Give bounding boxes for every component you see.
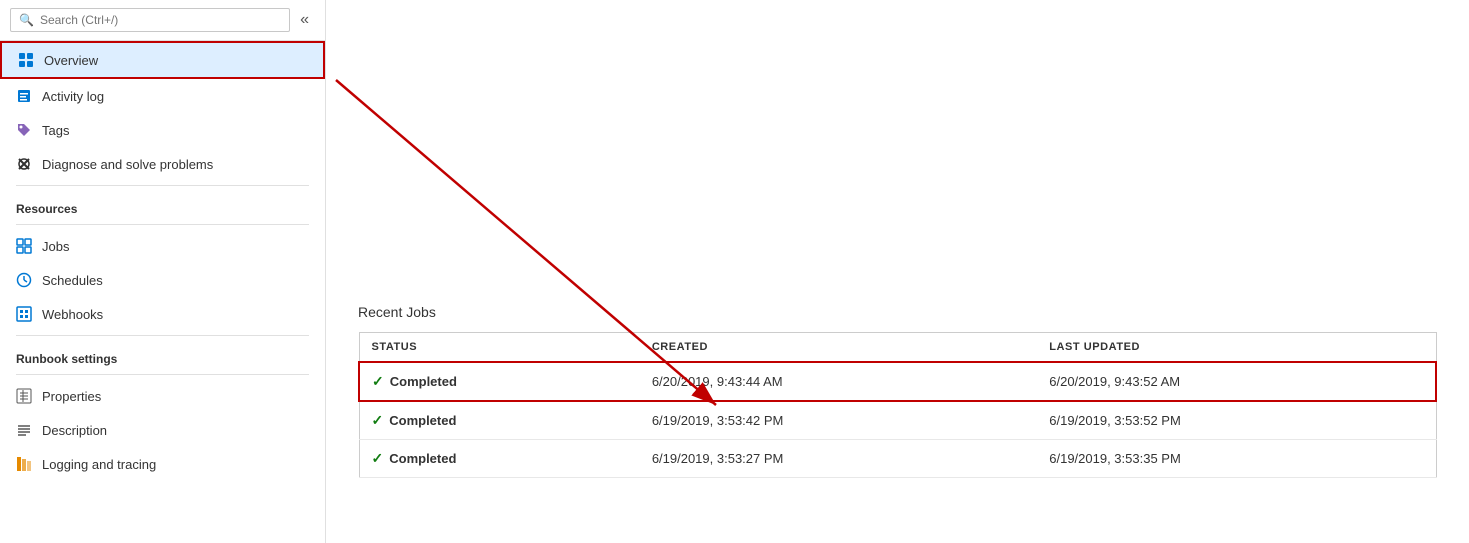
sidebar-item-label-logging: Logging and tracing — [42, 457, 156, 472]
status-cell: ✓ Completed — [359, 362, 640, 401]
sidebar-item-activity-log[interactable]: Activity log — [0, 79, 325, 113]
sidebar-item-schedules[interactable]: Schedules — [0, 263, 325, 297]
check-icon: ✓ — [372, 373, 384, 390]
diagnose-icon — [16, 156, 32, 172]
sidebar-item-label-webhooks: Webhooks — [42, 307, 103, 322]
col-status: STATUS — [359, 333, 640, 363]
updated-cell: 6/19/2019, 3:53:52 PM — [1037, 401, 1436, 440]
table-row[interactable]: ✓ Completed 6/20/2019, 9:43:44 AM 6/20/2… — [359, 362, 1436, 401]
sidebar-item-tags[interactable]: Tags — [0, 113, 325, 147]
jobs-table: STATUS CREATED LAST UPDATED ✓ Completed … — [358, 332, 1437, 478]
recent-jobs-title: Recent Jobs — [358, 304, 1437, 320]
check-icon: ✓ — [372, 412, 384, 429]
status-cell: ✓ Completed — [359, 401, 640, 440]
jobs-icon — [16, 238, 32, 254]
sidebar-item-label-activity-log: Activity log — [42, 89, 104, 104]
divider-runbook — [16, 374, 309, 375]
sidebar-item-label-schedules: Schedules — [42, 273, 103, 288]
main-content: Recent Jobs STATUS CREATED LAST UPDATED … — [326, 0, 1469, 543]
properties-icon — [16, 388, 32, 404]
collapse-sidebar-button[interactable]: « — [294, 9, 315, 31]
description-icon — [16, 422, 32, 438]
table-row[interactable]: ✓ Completed 6/19/2019, 3:53:42 PM 6/19/2… — [359, 401, 1436, 440]
divider-resources — [16, 224, 309, 225]
sidebar: 🔍 « Overview Activity log — [0, 0, 326, 543]
logging-icon — [16, 456, 32, 472]
status-label: Completed — [389, 451, 456, 466]
check-icon: ✓ — [372, 450, 384, 467]
sidebar-item-label-properties: Properties — [42, 389, 101, 404]
divider-2 — [16, 335, 309, 336]
webhooks-icon — [16, 306, 32, 322]
sidebar-item-label-jobs: Jobs — [42, 239, 69, 254]
search-bar[interactable]: 🔍 — [10, 8, 290, 32]
activity-log-icon — [16, 88, 32, 104]
status-label: Completed — [390, 374, 457, 389]
sidebar-item-label-overview: Overview — [44, 53, 98, 68]
created-cell: 6/19/2019, 3:53:42 PM — [640, 401, 1037, 440]
sidebar-item-label-tags: Tags — [42, 123, 69, 138]
divider-1 — [16, 185, 309, 186]
tags-icon — [16, 122, 32, 138]
col-last-updated: LAST UPDATED — [1037, 333, 1436, 363]
col-created: CREATED — [640, 333, 1037, 363]
table-row[interactable]: ✓ Completed 6/19/2019, 3:53:27 PM 6/19/2… — [359, 440, 1436, 478]
overview-icon — [18, 52, 34, 68]
sidebar-item-logging[interactable]: Logging and tracing — [0, 447, 325, 481]
created-cell: 6/19/2019, 3:53:27 PM — [640, 440, 1037, 478]
sidebar-item-diagnose[interactable]: Diagnose and solve problems — [0, 147, 325, 181]
table-header-row: STATUS CREATED LAST UPDATED — [359, 333, 1436, 363]
sidebar-item-overview[interactable]: Overview — [0, 41, 325, 79]
section-runbook-settings: Runbook settings — [0, 340, 325, 370]
sidebar-item-label-description: Description — [42, 423, 107, 438]
search-input[interactable] — [40, 13, 281, 27]
section-resources: Resources — [0, 190, 325, 220]
schedules-icon — [16, 272, 32, 288]
sidebar-item-webhooks[interactable]: Webhooks — [0, 297, 325, 331]
search-icon: 🔍 — [19, 13, 34, 27]
recent-jobs-section: Recent Jobs STATUS CREATED LAST UPDATED … — [326, 280, 1469, 502]
status-cell: ✓ Completed — [359, 440, 640, 478]
updated-cell: 6/20/2019, 9:43:52 AM — [1037, 362, 1436, 401]
created-cell: 6/20/2019, 9:43:44 AM — [640, 362, 1037, 401]
sidebar-item-description[interactable]: Description — [0, 413, 325, 447]
sidebar-item-label-diagnose: Diagnose and solve problems — [42, 157, 213, 172]
sidebar-item-properties[interactable]: Properties — [0, 379, 325, 413]
status-label: Completed — [389, 413, 456, 428]
updated-cell: 6/19/2019, 3:53:35 PM — [1037, 440, 1436, 478]
sidebar-item-jobs[interactable]: Jobs — [0, 229, 325, 263]
